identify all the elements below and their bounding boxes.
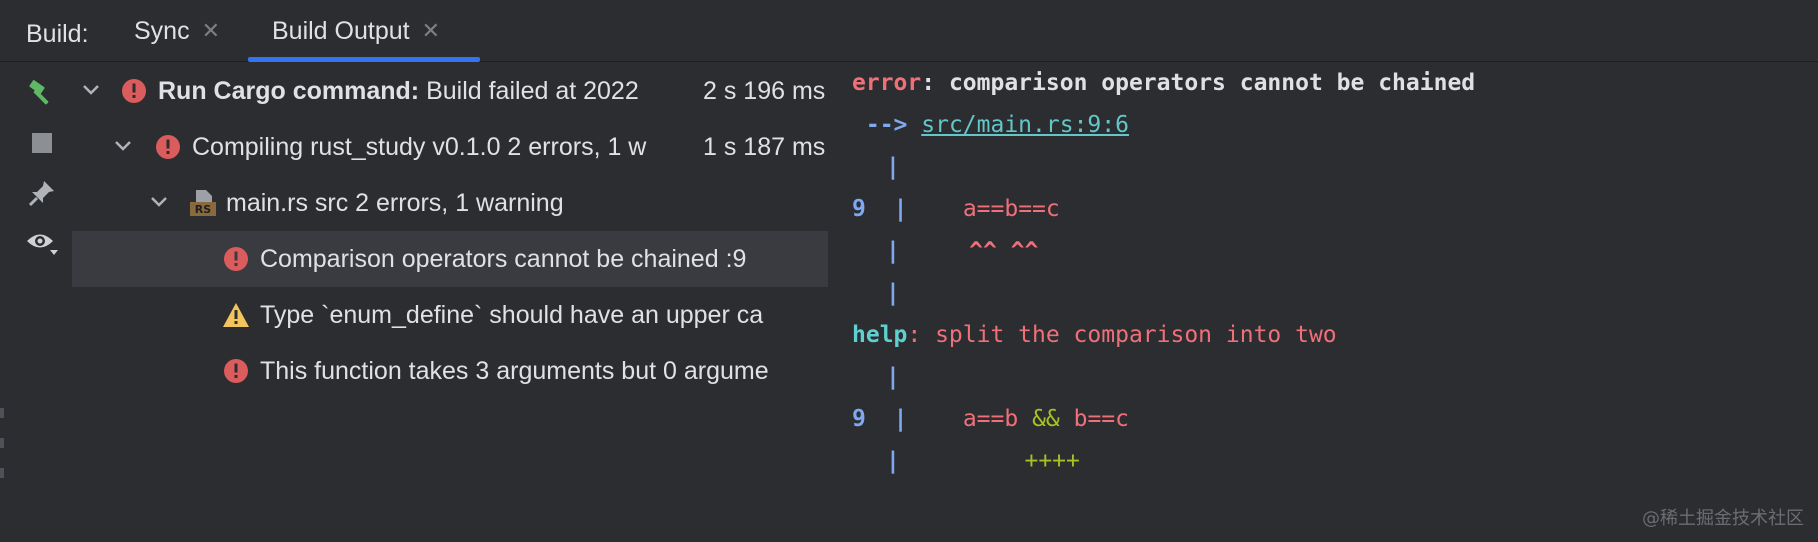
tab-sync-label: Sync [134,16,190,45]
left-toolbar [0,63,72,542]
console-line-carets: | ^^ ^^ [886,231,1038,271]
row-label: Build failed at 2022 [419,77,639,105]
chevron-down-icon[interactable] [146,189,172,215]
row-label: This function takes 3 arguments but 0 ar… [260,357,769,385]
code-operator: && [1032,406,1060,432]
console-line-pipe: | [886,357,900,397]
console-line-code2: 9 | a==b && b==c [852,399,1129,439]
gutter-pipe: | [886,238,900,264]
file-badge: RS [195,203,211,216]
row-label: Compiling rust_study v0.1.0 2 errors, 1 … [192,133,647,161]
close-icon[interactable]: ✕ [202,20,220,42]
stop-icon[interactable] [22,123,62,163]
error-message: : comparison operators cannot be chained [921,70,1476,96]
console-line-location: --> src/main.rs:9:6 [852,105,1129,145]
eye-icon[interactable] [22,223,62,263]
close-icon[interactable]: ✕ [422,20,440,42]
scroll-marker [0,468,4,478]
gutter-pipe: | [886,280,900,306]
build-tree: Run Cargo command: Build failed at 2022 … [72,63,828,542]
error-icon [154,133,182,161]
row-label: Type `enum_define` should have an upper … [260,301,764,329]
tree-row-compiling[interactable]: Compiling rust_study v0.1.0 2 errors, 1 … [72,119,828,175]
watermark: @稀土掘金技术社区 [1642,508,1804,529]
tree-row-error-arguments[interactable]: This function takes 3 arguments but 0 ar… [72,343,828,399]
pluses: ++++ [1024,448,1080,474]
row-label: main.rs src 2 errors, 1 warning [226,189,564,217]
warning-icon [222,301,250,329]
gutter-pipe: | [886,154,900,180]
scroll-marker [0,408,4,418]
tab-build-output-label: Build Output [272,16,410,45]
tree-row-warning-enum[interactable]: Type `enum_define` should have an upper … [72,287,828,343]
code-right: b==c [1059,406,1130,432]
error-icon [222,357,250,385]
tree-row-run-cargo[interactable]: Run Cargo command: Build failed at 2022 … [72,63,828,119]
console-line-help: help: split the comparison into two [852,315,1337,355]
code-left: a==b [962,406,1033,432]
tree-row-error-comparison[interactable]: Comparison operators cannot be chained :… [72,231,828,287]
line-number: 9 [852,196,866,222]
source-location-link[interactable]: src/main.rs:9:6 [921,112,1129,138]
gutter-pipe: | [893,406,908,432]
line-number: 9 [852,406,866,432]
pin-icon[interactable] [22,173,62,213]
row-duration: 1 s 187 ms [699,119,826,175]
row-label: Comparison operators cannot be chained :… [260,245,747,273]
error-icon [120,77,148,105]
gutter-pipe: | [893,196,908,222]
console-line-error: error: comparison operators cannot be ch… [852,63,1475,103]
rust-file-icon: RS [188,189,218,217]
carets: ^^ ^^ [969,238,1039,264]
console-line-pluses: | ++++ [886,441,1080,481]
error-icon [222,245,250,273]
build-label: Build: [26,20,89,48]
code-snippet: a==b==c [962,196,1060,222]
error-label: error [852,70,922,96]
help-label: help [852,322,908,348]
console-line-pipe: | [886,147,900,187]
scroll-marker [0,438,4,448]
help-message: : split the comparison into two [907,322,1337,348]
row-duration: 2 s 196 ms [699,63,826,119]
row-title: Run Cargo command: [158,77,420,105]
chevron-down-icon[interactable] [110,133,136,159]
arrow: --> [852,112,908,138]
console-line-code1: 9 | a==b==c [852,189,1060,229]
console-line-pipe: | [886,273,900,313]
tree-row-main-rs[interactable]: RS main.rs src 2 errors, 1 warning [72,175,828,231]
tab-build-output[interactable]: Build Output ✕ [248,0,480,62]
build-hammer-icon[interactable] [22,73,62,113]
chevron-down-icon[interactable] [78,77,104,103]
tool-window-tabbar: Build: Sync ✕ Build Output ✕ [0,0,1818,62]
gutter-pipe: | [886,448,900,474]
gutter-pipe: | [886,364,900,390]
active-tab-indicator [248,57,480,62]
console-output[interactable]: error: comparison operators cannot be ch… [828,63,1818,542]
tab-sync[interactable]: Sync ✕ [134,0,220,62]
